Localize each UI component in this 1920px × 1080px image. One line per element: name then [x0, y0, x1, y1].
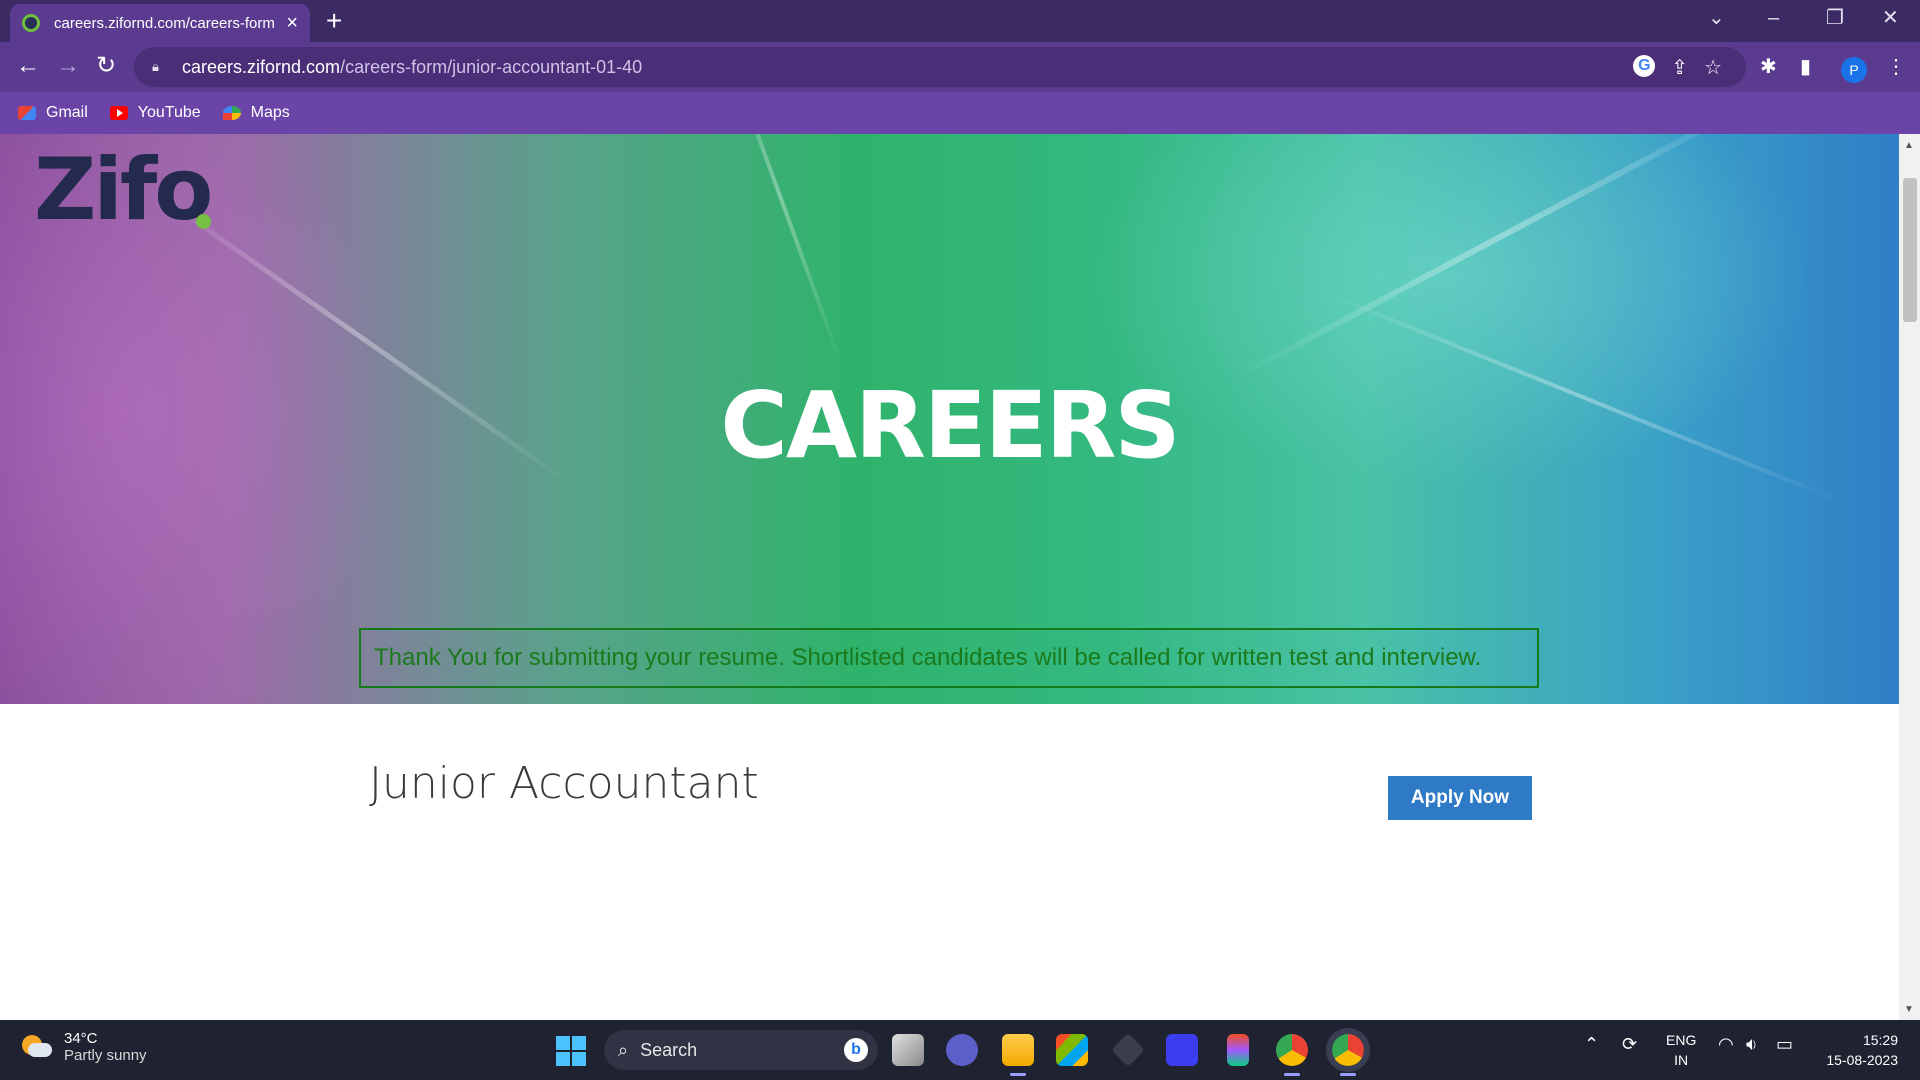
search-icon: ⌕ — [618, 1039, 629, 1060]
zifo-logo[interactable]: Zifo — [34, 140, 213, 240]
restore-button[interactable]: ❐ — [1826, 4, 1844, 32]
back-button[interactable]: ← — [16, 50, 40, 82]
bing-icon[interactable]: b — [844, 1038, 868, 1062]
bookmark-youtube[interactable]: YouTube — [109, 104, 201, 122]
windows-taskbar: 34°C Partly sunny ⌕ Search b ⌃ ⟳ ENG IN … — [0, 1020, 1920, 1080]
lock-icon[interactable]: 🔒︎ — [152, 59, 166, 75]
bookmarks-bar: Gmail YouTube Maps — [0, 92, 1920, 134]
scroll-thumb[interactable] — [1903, 178, 1917, 322]
hero-title: CAREERS — [720, 372, 1180, 479]
maps-icon — [222, 106, 241, 120]
tab-strip: careers.zifornd.com/careers-form × + ⌄ –… — [0, 0, 1920, 42]
reload-button[interactable]: ↻ — [96, 50, 116, 82]
share-icon[interactable]: ⇪ — [1671, 55, 1688, 80]
submission-success-message: Thank You for submitting your resume. Sh… — [359, 628, 1539, 688]
bookmark-maps[interactable]: Maps — [222, 104, 290, 122]
search-label: Search — [640, 1039, 698, 1060]
system-clock[interactable]: 15:29 15-08-2023 — [1818, 1030, 1898, 1070]
bookmark-gmail[interactable]: Gmail — [18, 104, 88, 122]
task-view-icon[interactable] — [892, 1034, 924, 1066]
close-window-button[interactable]: ✕ — [1882, 4, 1899, 32]
clock-date: 15-08-2023 — [1826, 1052, 1898, 1068]
bookmark-label: Maps — [250, 104, 290, 121]
sync-icon[interactable]: ⟳ — [1622, 1034, 1637, 1055]
profile-avatar[interactable]: P — [1841, 57, 1867, 83]
active-tab[interactable]: careers.zifornd.com/careers-form × — [10, 4, 310, 42]
scroll-down-icon[interactable]: ▼ — [1904, 1004, 1914, 1015]
app-cube-icon[interactable] — [1111, 1033, 1145, 1067]
figma-icon[interactable] — [1227, 1034, 1249, 1066]
battery-icon[interactable]: ▭ — [1776, 1034, 1793, 1055]
clock-time: 15:29 — [1862, 1032, 1898, 1048]
minimize-button[interactable]: – — [1768, 4, 1779, 32]
wifi-icon[interactable]: ◠ — [1718, 1034, 1734, 1055]
youtube-icon — [109, 106, 128, 120]
windows-start-icon[interactable] — [556, 1036, 586, 1066]
weather-condition: Partly sunny — [64, 1047, 147, 1064]
bookmark-label: YouTube — [137, 104, 201, 121]
url-host: careers.zifornd.com — [182, 56, 341, 77]
light-streak — [716, 134, 844, 366]
bookmark-label: Gmail — [46, 104, 88, 121]
browser-toolbar: ← → ↻ 🔒︎ careers.zifornd.com/careers-for… — [0, 42, 1920, 92]
teams-chat-icon[interactable] — [946, 1034, 978, 1066]
google-icon[interactable]: G — [1633, 55, 1656, 77]
language-indicator[interactable]: ENG IN — [1666, 1030, 1696, 1070]
address-bar[interactable]: 🔒︎ careers.zifornd.com/careers-form/juni… — [134, 47, 1746, 87]
file-explorer-icon[interactable] — [1002, 1034, 1034, 1076]
logo-dot — [196, 214, 211, 229]
url-path: /careers-form/junior-accountant-01-40 — [340, 56, 643, 77]
chrome-icon[interactable] — [1276, 1034, 1308, 1076]
partly-sunny-icon — [20, 1033, 52, 1061]
page-viewport: Zifo CAREERS — [0, 134, 1920, 1020]
region-code: IN — [1674, 1052, 1689, 1068]
chrome-profile-icon[interactable] — [1326, 1028, 1370, 1076]
zifo-favicon-icon — [22, 14, 40, 32]
microsoft-store-icon[interactable] — [1056, 1034, 1088, 1066]
tab-search-chevron-icon[interactable]: ⌄ — [1708, 4, 1725, 32]
taskbar-search[interactable]: ⌕ Search b — [604, 1030, 878, 1070]
volume-icon[interactable]: 🔉︎ — [1746, 1034, 1757, 1055]
weather-widget[interactable]: 34°C Partly sunny — [20, 1030, 147, 1064]
menu-kebab-icon[interactable]: ⋮ — [1886, 54, 1906, 79]
temperature: 34°C — [64, 1030, 98, 1047]
apply-now-button[interactable]: Apply Now — [1388, 776, 1532, 820]
new-tab-button[interactable]: + — [326, 6, 342, 36]
light-streak — [1233, 134, 1767, 381]
language-code: ENG — [1666, 1032, 1697, 1048]
show-hidden-icons-chevron[interactable]: ⌃ — [1584, 1034, 1599, 1055]
forward-button[interactable]: → — [56, 50, 80, 82]
hero-banner: Zifo CAREERS — [0, 134, 1899, 704]
extensions-icon[interactable]: ✱ — [1760, 54, 1777, 79]
app-m-icon[interactable] — [1166, 1034, 1198, 1066]
job-title: Junior Accountant — [369, 758, 759, 809]
bookmark-star-icon[interactable]: ☆ — [1704, 55, 1722, 80]
scroll-up-icon[interactable]: ▲ — [1904, 140, 1914, 151]
tab-title: careers.zifornd.com/careers-form — [54, 14, 275, 32]
side-panel-icon[interactable]: ▮ — [1800, 54, 1811, 79]
gmail-icon — [18, 106, 36, 120]
close-tab-icon[interactable]: × — [286, 13, 298, 33]
